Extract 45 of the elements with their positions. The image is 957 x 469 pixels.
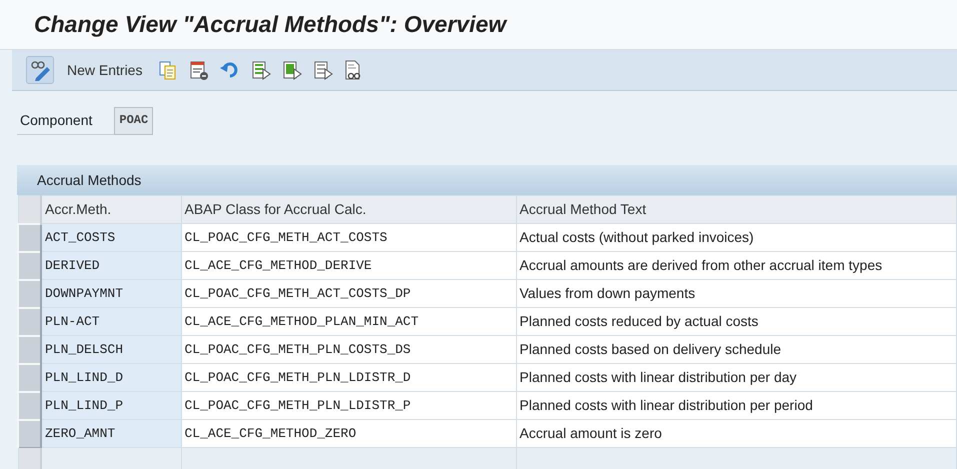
table-cell: Planned costs reduced by actual costs — [516, 308, 956, 336]
table-cell: ACT_COSTS — [41, 224, 181, 252]
row-selector[interactable] — [18, 280, 41, 308]
table-cell: CL_POAC_CFG_METH_PLN_COSTS_DS — [181, 336, 516, 364]
row-selector[interactable] — [18, 336, 41, 364]
table-cell: Planned costs with linear distribution per period — [516, 392, 956, 420]
column-header: ABAP Class for Accrual Calc. — [181, 196, 516, 224]
select-block-icon[interactable] — [281, 59, 304, 81]
glasses-pencil-icon[interactable] — [26, 56, 54, 84]
table-cell: PLN_DELSCH — [41, 336, 181, 364]
select-all-icon[interactable] — [250, 59, 272, 81]
table-cell: Planned costs based on delivery schedule — [516, 336, 956, 364]
table-cell: Accrual amounts are derived from other accrual item types — [516, 252, 956, 280]
table-cell: CL_ACE_CFG_METHOD_ZERO — [181, 420, 516, 448]
row-selector[interactable] — [18, 364, 41, 392]
row-selector[interactable] — [18, 252, 41, 280]
column-header: Accr.Meth. — [41, 196, 181, 224]
new-entries-button[interactable]: New Entries — [63, 60, 148, 80]
table-cell: Values from down payments — [516, 280, 956, 308]
table-cell: CL_POAC_CFG_METH_ACT_COSTS — [181, 224, 516, 252]
table-cell: CL_ACE_CFG_METHOD_PLAN_MIN_ACT — [181, 308, 516, 336]
table-cell: Accrual amount is zero — [516, 420, 956, 448]
table-cell: ZERO_AMNT — [41, 420, 181, 448]
column-header: Accrual Method Text — [516, 196, 956, 224]
table-cell: Actual costs (without parked invoices) — [516, 224, 956, 252]
table-cell: PLN-ACT — [41, 308, 181, 336]
table-cell: CL_POAC_CFG_METH_PLN_LDISTR_D — [181, 364, 516, 392]
table-cell: PLN_LIND_P — [41, 392, 181, 420]
table-cell: DERIVED — [41, 252, 181, 280]
table-title: Accrual Methods — [37, 170, 142, 190]
row-selector[interactable] — [18, 420, 41, 448]
table-cell: PLN_LIND_D — [41, 364, 181, 392]
row-selector[interactable] — [18, 224, 41, 252]
component-value: POAC — [114, 107, 154, 135]
row-selector[interactable] — [18, 308, 41, 336]
delete-icon[interactable] — [188, 59, 210, 81]
table-cell: CL_POAC_CFG_METH_PLN_LDISTR_P — [181, 392, 516, 420]
deselect-icon[interactable] — [312, 59, 334, 81]
window-title: Change View "Accrual Methods": Overview — [34, 10, 506, 38]
table-cell: CL_ACE_CFG_METHOD_DERIVE — [181, 252, 516, 280]
table-cell: DOWNPAYMNT — [41, 280, 181, 308]
row-selector[interactable] — [18, 392, 41, 420]
table-cell: CL_POAC_CFG_METH_ACT_COSTS_DP — [181, 280, 516, 308]
table-cell: Planned costs with linear distribution per day — [516, 364, 956, 392]
select-all-corner[interactable] — [18, 196, 41, 224]
